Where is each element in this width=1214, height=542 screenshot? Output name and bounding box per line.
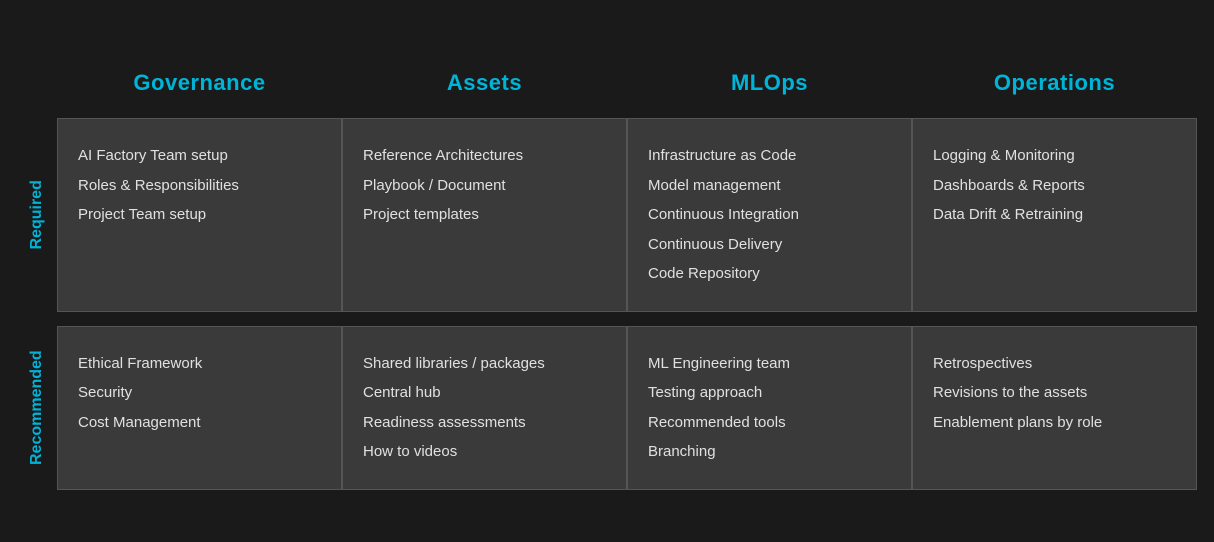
list-item: How to videos [363, 437, 606, 467]
required-assets-cell: Reference ArchitecturesPlaybook / Docume… [342, 118, 627, 312]
list-item: Cost Management [78, 408, 321, 438]
header-mlops: MLOps [627, 52, 912, 118]
list-item: Testing approach [648, 378, 891, 408]
separator-2 [342, 312, 627, 326]
list-item: AI Factory Team setup [78, 141, 321, 171]
recommended-operations-cell: RetrospectivesRevisions to the assetsEna… [912, 326, 1197, 490]
header-assets: Assets [342, 52, 627, 118]
list-item: Central hub [363, 378, 606, 408]
list-item: Playbook / Document [363, 171, 606, 201]
list-item: Logging & Monitoring [933, 141, 1176, 171]
required-assets-list: Reference ArchitecturesPlaybook / Docume… [363, 141, 606, 230]
list-item: Infrastructure as Code [648, 141, 891, 171]
required-mlops-list: Infrastructure as CodeModel managementCo… [648, 141, 891, 289]
required-operations-cell: Logging & MonitoringDashboards & Reports… [912, 118, 1197, 312]
list-item: Project Team setup [78, 200, 321, 230]
list-item: Dashboards & Reports [933, 171, 1176, 201]
list-item: Roles & Responsibilities [78, 171, 321, 201]
separator-spacer [17, 312, 57, 326]
header-governance: Governance [57, 52, 342, 118]
separator-1 [57, 312, 342, 326]
required-mlops-cell: Infrastructure as CodeModel managementCo… [627, 118, 912, 312]
list-item: Enablement plans by role [933, 408, 1176, 438]
list-item: Shared libraries / packages [363, 349, 606, 379]
list-item: Continuous Delivery [648, 230, 891, 260]
recommended-operations-list: RetrospectivesRevisions to the assetsEna… [933, 349, 1176, 438]
list-item: Data Drift & Retraining [933, 200, 1176, 230]
recommended-mlops-cell: ML Engineering teamTesting approachRecom… [627, 326, 912, 490]
list-item: Continuous Integration [648, 200, 891, 230]
header-spacer [17, 52, 57, 118]
list-item: Recommended tools [648, 408, 891, 438]
list-item: ML Engineering team [648, 349, 891, 379]
recommended-assets-list: Shared libraries / packagesCentral hubRe… [363, 349, 606, 467]
list-item: Ethical Framework [78, 349, 321, 379]
header-operations: Operations [912, 52, 1197, 118]
required-governance-cell: AI Factory Team setupRoles & Responsibil… [57, 118, 342, 312]
required-operations-list: Logging & MonitoringDashboards & Reports… [933, 141, 1176, 230]
list-item: Reference Architectures [363, 141, 606, 171]
required-label: Required [17, 118, 57, 312]
list-item: Readiness assessments [363, 408, 606, 438]
list-item: Retrospectives [933, 349, 1176, 379]
list-item: Code Repository [648, 259, 891, 289]
main-table: Governance Assets MLOps Operations Requi… [17, 52, 1197, 490]
recommended-governance-cell: Ethical FrameworkSecurityCost Management [57, 326, 342, 490]
separator-4 [912, 312, 1197, 326]
recommended-mlops-list: ML Engineering teamTesting approachRecom… [648, 349, 891, 467]
list-item: Project templates [363, 200, 606, 230]
list-item: Branching [648, 437, 891, 467]
required-governance-list: AI Factory Team setupRoles & Responsibil… [78, 141, 321, 230]
recommended-governance-list: Ethical FrameworkSecurityCost Management [78, 349, 321, 438]
list-item: Revisions to the assets [933, 378, 1176, 408]
list-item: Security [78, 378, 321, 408]
recommended-label: Recommended [17, 326, 57, 490]
list-item: Model management [648, 171, 891, 201]
recommended-assets-cell: Shared libraries / packagesCentral hubRe… [342, 326, 627, 490]
separator-3 [627, 312, 912, 326]
